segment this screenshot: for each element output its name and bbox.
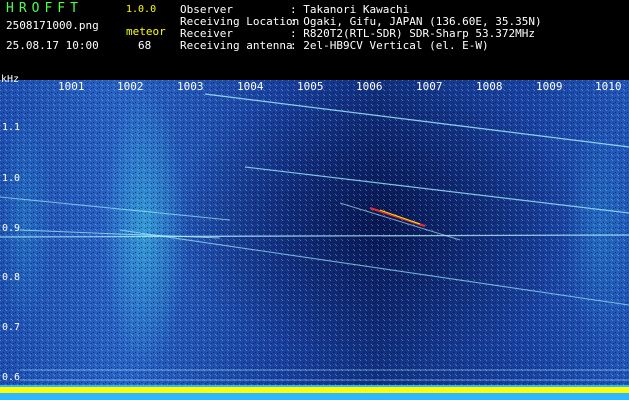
x-tick-label: 1006	[356, 80, 383, 93]
y-tick-label: 1.0	[2, 173, 21, 184]
y-tick-label: 0.6	[2, 372, 21, 383]
noise-overlay	[0, 80, 629, 400]
x-tick-label: 1002	[117, 80, 144, 93]
x-tick-label: 1001	[58, 80, 85, 93]
x-tick-label: 1008	[476, 80, 503, 93]
x-tick-label: 1007	[416, 80, 443, 93]
y-tick-label: 0.8	[2, 272, 21, 283]
x-tick-label: 1003	[177, 80, 204, 93]
baseline-band-yellow	[0, 387, 629, 393]
filename: 2508171000.png	[6, 19, 99, 32]
app-version: 1.0.0	[126, 4, 157, 15]
spectrogram-traces	[0, 80, 629, 400]
meteor-label: meteor	[126, 25, 166, 38]
antenna-label: Receiving antenna	[180, 39, 293, 52]
datetime: 25.08.17 10:00	[6, 39, 99, 52]
y-axis-unit: kHz	[1, 74, 20, 85]
y-tick-label: 0.7	[2, 322, 21, 333]
x-tick-label: 1009	[536, 80, 563, 93]
x-tick-label: 1010	[595, 80, 622, 93]
y-tick-label: 0.9	[2, 223, 21, 234]
antenna-value: : 2el-HB9CV Vertical (el. E-W)	[290, 39, 489, 52]
x-tick-label: 1004	[237, 80, 264, 93]
x-tick-label: 1005	[297, 80, 324, 93]
meteor-count: 68	[138, 39, 152, 52]
y-tick-label: 1.1	[2, 122, 21, 133]
spectrogram: kHz 1.1 1.0 0.9 0.8 0.7 0.6 1001 1002 10…	[0, 74, 629, 400]
app-title: HROFFT	[6, 1, 83, 16]
header-panel: HROFFT 1.0.0 2508171000.png meteor 25.08…	[0, 0, 629, 80]
